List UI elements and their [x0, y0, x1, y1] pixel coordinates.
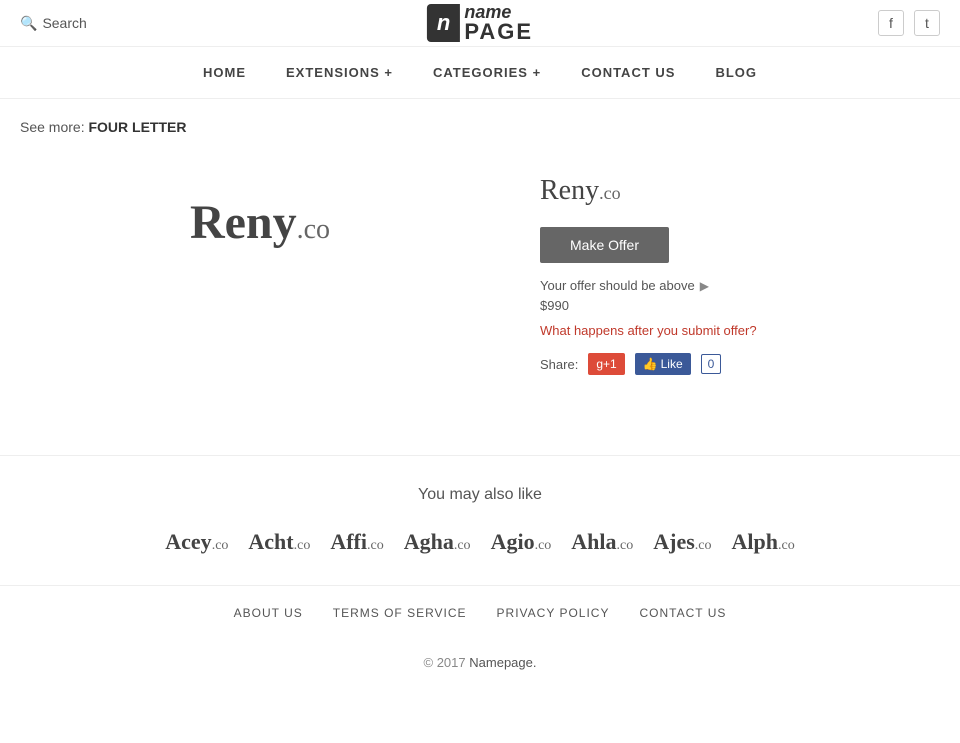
- nav-item-extensions[interactable]: EXTENSIONS +: [286, 65, 393, 80]
- offer-hint: Your offer should be above ▶: [540, 278, 940, 293]
- facebook-like-button[interactable]: 👍 Like: [635, 353, 691, 375]
- logo-icon: n: [427, 4, 460, 42]
- domain-showcase: Reny.co Reny.co Make Offer Your offer sh…: [20, 155, 940, 395]
- facebook-icon[interactable]: f: [878, 10, 904, 36]
- domain-card-6[interactable]: Ajes.co: [653, 529, 711, 555]
- nav-item-home[interactable]: HOME: [203, 65, 246, 80]
- site-logo[interactable]: n name PAGE: [427, 3, 533, 43]
- search-label: Search: [42, 15, 86, 31]
- main-nav: HOME EXTENSIONS + CATEGORIES + CONTACT U…: [0, 47, 960, 99]
- footer-link-terms[interactable]: TERMS OF SERVICE: [333, 606, 467, 620]
- see-more-section: See more: FOUR LETTER: [20, 119, 940, 135]
- domain-info: Reny.co Make Offer Your offer should be …: [540, 155, 940, 395]
- nav-item-contact[interactable]: CONTACT US: [581, 65, 675, 80]
- domain-logo-tld: .co: [297, 214, 330, 245]
- see-more-prefix: See more:: [20, 119, 85, 135]
- google-plus-button[interactable]: g+1: [588, 353, 624, 375]
- fb-like-thumb-icon: 👍: [643, 357, 658, 371]
- domain-title-tld: .co: [599, 183, 621, 203]
- also-like-title: You may also like: [20, 486, 940, 504]
- footer-link-contact[interactable]: CONTACT US: [639, 606, 726, 620]
- main-content: See more: FOUR LETTER Reny.co Reny.co Ma…: [0, 99, 960, 455]
- domain-card-7[interactable]: Alph.co: [732, 529, 795, 555]
- search-icon: 🔍: [20, 15, 37, 32]
- offer-submit-link[interactable]: What happens after you submit offer?: [540, 323, 940, 338]
- facebook-count: 0: [701, 354, 722, 374]
- share-label: Share:: [540, 357, 578, 372]
- search-button[interactable]: 🔍 Search: [20, 15, 87, 32]
- domain-logo-display: Reny.co: [190, 195, 330, 250]
- domain-card-2[interactable]: Affi.co: [330, 529, 383, 555]
- domain-card-0[interactable]: Acey.co: [165, 529, 228, 555]
- footer-link-privacy[interactable]: PRIVACY POLICY: [497, 606, 610, 620]
- domain-logo-name: Reny: [190, 196, 297, 249]
- see-more-link[interactable]: FOUR LETTER: [88, 119, 186, 135]
- also-like-section: You may also like Acey.co Acht.co Affi.c…: [0, 455, 960, 585]
- domain-title: Reny.co: [540, 175, 940, 207]
- domain-card-3[interactable]: Agha.co: [404, 529, 471, 555]
- domain-logo-area: Reny.co: [20, 155, 500, 290]
- footer-link-about[interactable]: ABOUT US: [234, 606, 303, 620]
- footer-brand-link[interactable]: Namepage.: [469, 655, 536, 670]
- offer-amount: $990: [540, 298, 940, 313]
- nav-item-categories[interactable]: CATEGORIES +: [433, 65, 541, 80]
- footer-nav: ABOUT US TERMS OF SERVICE PRIVACY POLICY…: [0, 585, 960, 640]
- social-links: f t: [878, 10, 940, 36]
- logo-text: name PAGE: [460, 3, 533, 43]
- domain-card-1[interactable]: Acht.co: [248, 529, 310, 555]
- domain-title-name: Reny: [540, 175, 599, 206]
- domain-card-5[interactable]: Ahla.co: [571, 529, 633, 555]
- offer-arrow-icon: ▶: [700, 279, 709, 293]
- footer-copyright: © 2017 Namepage.: [0, 640, 960, 685]
- share-row: Share: g+1 👍 Like 0: [540, 353, 940, 375]
- make-offer-button[interactable]: Make Offer: [540, 227, 669, 263]
- logo-page: PAGE: [464, 21, 533, 43]
- domain-card-4[interactable]: Agio.co: [491, 529, 552, 555]
- header: 🔍 Search n name PAGE f t: [0, 0, 960, 47]
- nav-item-blog[interactable]: BLOG: [715, 65, 757, 80]
- domain-grid: Acey.co Acht.co Affi.co Agha.co Agio.co …: [20, 529, 940, 555]
- twitter-icon[interactable]: t: [914, 10, 940, 36]
